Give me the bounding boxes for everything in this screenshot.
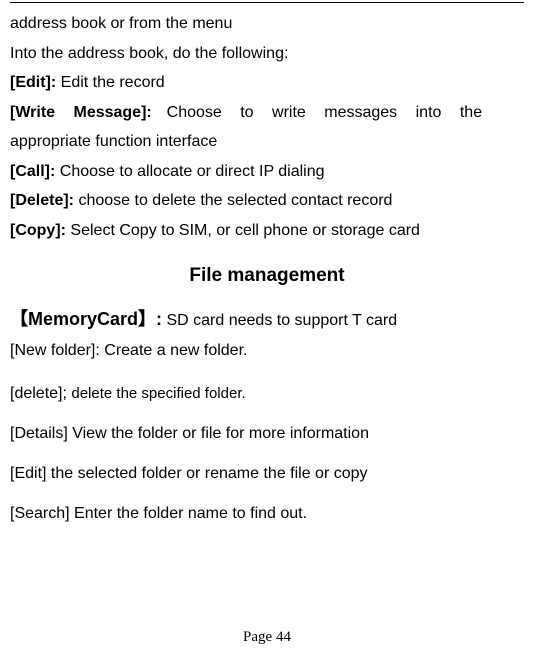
document-page: address book or from the menu Into the a… <box>0 2 534 652</box>
option-edit-label: [Edit]: <box>10 74 56 91</box>
section-title-file-management: File management <box>10 265 524 287</box>
option-edit-text: Edit the record <box>56 74 165 91</box>
memorycard-label: 【MemoryCard】: <box>10 309 162 329</box>
fm-details: [Details] View the folder or file for mo… <box>10 423 524 445</box>
option-delete: [Delete]: choose to delete the selected … <box>10 186 524 216</box>
page-number: Page 44 <box>0 629 534 646</box>
intro-line-1: address book or from the menu <box>10 9 524 39</box>
option-copy: [Copy]: Select Copy to SIM, or cell phon… <box>10 216 524 246</box>
memorycard-row: 【MemoryCard】: SD card needs to support T… <box>10 305 524 335</box>
option-write-message-text-a: Choose to write messages into the <box>167 104 482 121</box>
option-write-message-label: [Write Message]: <box>10 104 152 121</box>
option-write-message-text-b: appropriate function interface <box>10 127 524 157</box>
fm-delete-a: [delete]; <box>10 385 71 402</box>
option-delete-text: choose to delete the selected contact re… <box>74 192 392 209</box>
fm-delete: [delete]; delete the specified folder. <box>10 383 524 405</box>
option-write-message: [Write Message]: Choose to write message… <box>10 98 524 128</box>
option-edit: [Edit]: Edit the record <box>10 68 524 98</box>
option-copy-label: [Copy]: <box>10 222 66 239</box>
fm-delete-b: delete the specified folder. <box>71 385 245 402</box>
option-call-label: [Call]: <box>10 163 55 180</box>
option-delete-label: [Delete]: <box>10 192 74 209</box>
option-copy-text: Select Copy to SIM, or cell phone or sto… <box>66 222 420 239</box>
fm-search: [Search] Enter the folder name to find o… <box>10 503 524 525</box>
intro-line-2: Into the address book, do the following: <box>10 39 524 69</box>
fm-edit: [Edit] the selected folder or rename the… <box>10 463 524 485</box>
option-call: [Call]: Choose to allocate or direct IP … <box>10 157 524 187</box>
fm-new-folder: [New folder]: Create a new folder. <box>10 337 524 365</box>
memorycard-text: SD card needs to support T card <box>162 312 397 329</box>
option-call-text: Choose to allocate or direct IP dialing <box>55 163 324 180</box>
top-rule <box>10 2 524 3</box>
